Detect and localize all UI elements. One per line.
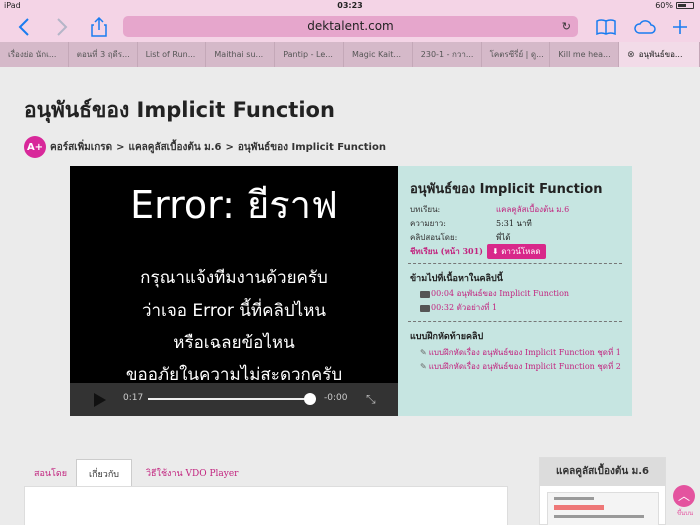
forward-button[interactable] [52,15,72,39]
exercise-link[interactable]: ✎ แบบฝึกหัดเรื่อง อนุพันธ์ของ Implicit Fu… [420,360,621,373]
exercise-heading: แบบฝึกหัดท้ายคลิป [410,332,484,342]
status-bar: iPad 03:23 60% [0,0,700,11]
sheet-label: ชีทเรียน (หน้า 301) [410,246,483,256]
browser-tab[interactable]: โคตรซีรี่ย์ | ดู... [482,42,551,67]
lesson-info-panel: อนุพันธ์ของ Implicit Function บทเรียน: แค… [398,166,632,416]
back-to-top-button[interactable]: ︿ [673,485,695,507]
tab-bar: เรื่องย่อ นักเ... ตอนที่ 3 ฤดีร... List … [0,42,700,67]
video-error-line: กรุณาแจ้งทีมงานด้วยครับ [140,268,328,288]
reload-icon[interactable]: ↻ [562,16,571,37]
back-to-top-label: ขึ้นบน [676,510,694,517]
lesson-title: อนุพันธ์ของ Implicit Function [410,182,603,197]
url-text: dektalent.com [307,19,394,33]
book-icon [596,19,616,35]
pencil-icon: ✎ [420,348,427,357]
browser-tab[interactable]: ตอนที่ 3 ฤดีร... [69,42,138,67]
remaining-time: -0:00 [324,393,348,403]
chevron-right-icon [57,18,68,36]
browser-toolbar: dektalent.com ↻ [0,11,700,42]
battery-percent: 60% [655,1,673,10]
video-controls: 0:17 -0:00 ⤡ [70,383,398,416]
tab-about[interactable]: เกี่ยวกับ [76,459,133,489]
browser-tab[interactable]: เรื่องย่อ นักเ... [0,42,69,67]
site-logo[interactable]: A+ [24,136,46,158]
battery-icon [676,2,694,9]
content-tabs: สอนโดย เกี่ยวกับ วิธีใช้งาน VDO Player [24,459,508,489]
browser-tab[interactable]: Kill me hea... [550,42,620,67]
chevron-up-icon: ︿ [677,489,690,503]
lesson-link[interactable]: แคลคูลัสเบื้องต้น ม.6 [496,205,569,214]
browser-tab-active[interactable]: ⊗ อนุพันธ์ขอ... [619,42,700,67]
divider [408,321,622,322]
teacher-meta-row: คลิปสอนโดย: พี่ได้ [410,233,511,242]
video-camera-icon [420,304,430,312]
browser-tab[interactable]: Pantip - Le... [275,42,344,67]
plus-icon [673,20,687,34]
page-title: อนุพันธ์ของ Implicit Function [24,98,335,122]
sheet-meta-row: ชีทเรียน (หน้า 301) ⬇ ดาวน์โหลด [410,244,546,259]
exercise-link[interactable]: ✎ แบบฝึกหัดเรื่อง อนุพันธ์ของ Implicit Fu… [420,346,621,359]
tab-player-help[interactable]: วิธีใช้งาน VDO Player [146,459,238,489]
chevron-left-icon [18,18,29,36]
breadcrumb-link[interactable]: คอร์สเพิ่มเกรด [50,140,112,155]
jump-heading: ข้ามไปที่เนื้อหาในคลิปนี้ [410,274,503,284]
current-time: 0:17 [123,393,144,403]
close-tab-icon[interactable]: ⊗ [627,50,635,60]
bookmarks-button[interactable] [594,15,618,39]
breadcrumb: A+ คอร์สเพิ่มเกรด > แคลคูลัสเบื้องต้น ม.… [24,136,386,158]
breadcrumb-separator: > [225,141,234,153]
breadcrumb-current: อนุพันธ์ของ Implicit Function [237,141,386,153]
clock: 03:23 [337,1,363,10]
video-player[interactable]: Error: ยีราฟ กรุณาแจ้งทีมงานด้วยครับ ว่า… [70,166,398,416]
chapter-link[interactable]: 00:04 อนุพันธ์ของ Implicit Function [420,287,569,300]
cloud-icon [634,20,656,34]
play-icon[interactable] [94,393,106,407]
course-thumbnail[interactable] [547,492,659,525]
browser-tab[interactable]: Maithai su... [206,42,276,67]
browser-tab[interactable]: 230-1 - กวา... [413,42,482,67]
scrub-bar[interactable] [148,398,313,400]
breadcrumb-separator: > [116,141,125,153]
video-error-line: หรือเฉลยข้อไหน [173,333,295,353]
length-meta-row: ความยาว: 5:31 นาที [410,219,532,228]
fullscreen-icon[interactable]: ⤡ [366,392,376,407]
video-error-line: ว่าเจอ Error นี้ที่คลิปไหน [141,301,327,321]
web-page: อนุพันธ์ของ Implicit Function A+ คอร์สเพ… [0,67,700,525]
scrub-handle[interactable] [303,393,316,405]
new-tab-button[interactable] [670,15,690,39]
share-icon [91,17,107,37]
download-button[interactable]: ⬇ ดาวน์โหลด [486,244,546,259]
pencil-icon: ✎ [420,362,427,371]
chapter-link[interactable]: 00:32 ตัวอย่างที่ 1 [420,301,497,314]
browser-tab[interactable]: List of Run... [138,42,207,67]
active-tab-label: อนุพันธ์ขอ... [638,50,683,59]
address-bar[interactable]: dektalent.com ↻ [123,16,578,37]
video-error-title: Error: ยีราฟ [130,183,338,227]
divider [408,263,622,264]
browser-tab[interactable]: Magic Kait... [344,42,413,67]
icloud-tabs-button[interactable] [632,15,658,39]
breadcrumb-link[interactable]: แคลคูลัสเบื้องต้น ม.6 [129,140,222,155]
share-button[interactable] [88,15,110,39]
tab-teacher[interactable]: สอนโดย [34,459,67,489]
lesson-meta-row: บทเรียน: แคลคูลัสเบื้องต้น ม.6 [410,205,570,214]
sidebar-title: แคลคูลัสเบื้องต้น ม.6 [540,458,665,486]
video-camera-icon [420,290,430,298]
back-button[interactable] [14,15,34,39]
course-sidebar-card[interactable]: แคลคูลัสเบื้องต้น ม.6 [539,457,666,525]
tab-content [24,486,508,525]
